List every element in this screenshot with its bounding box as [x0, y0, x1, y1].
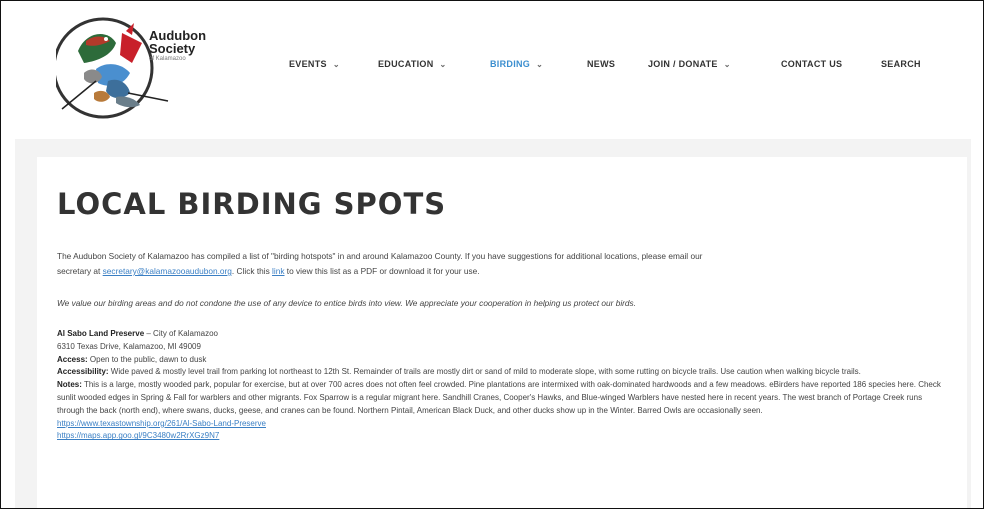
nav-label: BIRDING [490, 59, 531, 69]
entry-map-link[interactable]: https://maps.app.goo.gl/9C3480w2RrXGz9N7 [57, 430, 947, 443]
intro-text-2c: to view this list as a PDF or download i… [284, 266, 480, 276]
notice-paragraph: We value our birding areas and do not co… [57, 298, 636, 308]
nav-label: CONTACT US [781, 59, 843, 69]
entry-name: Al Sabo Land Preserve [57, 329, 145, 338]
logo-line-2: Society [149, 41, 196, 56]
nav-label: JOIN / DONATE [648, 59, 718, 69]
logo-line-3: of Kalamazoo [149, 56, 186, 62]
nav-news[interactable]: NEWS [587, 59, 615, 69]
access-text: Open to the public, dawn to dusk [87, 354, 207, 364]
chevron-down-icon: ⌄ [536, 60, 544, 69]
entry-title-line: Al Sabo Land Preserve – City of Kalamazo… [57, 328, 947, 341]
entry-website-link[interactable]: https://www.texastownship.org/261/Al-Sab… [57, 418, 947, 431]
entry-address: 6310 Texas Drive, Kalamazoo, MI 49009 [57, 341, 201, 351]
site-header: Audubon Society of Kalamazoo EVENTS ⌄ EDU… [1, 1, 983, 139]
entry-owner: – City of Kalamazoo [144, 329, 218, 338]
accessibility-text: Wide paved & mostly level trail from par… [108, 367, 861, 377]
nav-search[interactable]: SEARCH [881, 59, 921, 69]
access-label: Access: [57, 354, 88, 364]
entry-notes: Notes: This is a large, mostly wooded pa… [57, 379, 947, 417]
logo-wordmark[interactable]: Audubon Society of Kalamazoo [149, 29, 206, 62]
nav-education[interactable]: EDUCATION ⌄ [378, 59, 447, 69]
nav-events[interactable]: EVENTS ⌄ [289, 59, 340, 69]
intro-text-2b: . Click this [231, 266, 273, 276]
nav-birding[interactable]: BIRDING ⌄ [490, 59, 543, 69]
pdf-link[interactable]: link [272, 266, 284, 276]
article-panel: LOCAL BIRDING SPOTS The Audubon Society … [37, 157, 967, 508]
chevron-down-icon: ⌄ [332, 60, 340, 69]
nav-label: EDUCATION [378, 59, 434, 69]
secretary-email-link[interactable]: secretary@kalamazooaudubon.org [103, 266, 232, 276]
entry-access: Access: Open to the public, dawn to dusk [57, 354, 947, 367]
list-item: Al Sabo Land Preserve – City of Kalamazo… [57, 328, 947, 443]
chevron-down-icon: ⌄ [439, 60, 447, 69]
page-title: LOCAL BIRDING SPOTS [57, 187, 447, 221]
accessibility-label: Accessibility: [57, 367, 109, 377]
browser-viewport: Audubon Society of Kalamazoo EVENTS ⌄ EDU… [0, 0, 984, 509]
content-area: LOCAL BIRDING SPOTS The Audubon Society … [15, 139, 971, 508]
intro-paragraph: The Audubon Society of Kalamazoo has com… [57, 249, 947, 279]
nav-join-donate[interactable]: JOIN / DONATE ⌄ [648, 59, 731, 69]
intro-text-1: The Audubon Society of Kalamazoo has com… [57, 251, 703, 261]
nav-label: NEWS [587, 59, 616, 69]
nav-contact-us[interactable]: CONTACT US [781, 59, 842, 69]
chevron-down-icon: ⌄ [723, 60, 731, 69]
nav-label: EVENTS [289, 59, 327, 69]
intro-text-2a: secretary at [57, 266, 103, 276]
notes-label: Notes: [57, 380, 82, 390]
entry-accessibility: Accessibility: Wide paved & mostly level… [57, 366, 947, 379]
notes-text: This is a large, mostly wooded park, pop… [57, 380, 941, 415]
nav-label: SEARCH [881, 59, 921, 69]
